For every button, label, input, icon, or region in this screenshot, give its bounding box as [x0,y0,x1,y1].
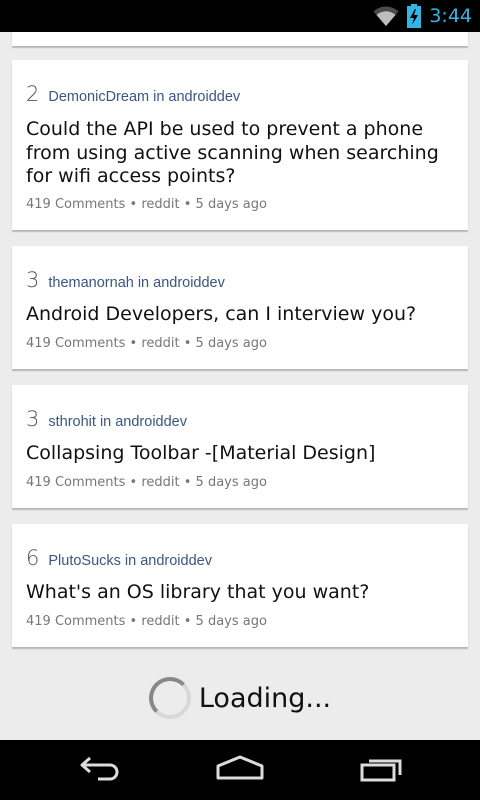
post-score: 3 [26,268,40,292]
loading-indicator: Loading... [0,672,480,724]
post-subreddit-link[interactable]: androiddev [140,553,212,569]
post-subreddit-link[interactable]: androiddev [153,275,225,291]
post-in-word: in [99,414,112,430]
post-meta: 2 DemonicDream in androiddev [26,82,240,106]
navigation-bar [0,740,480,800]
post-in-word: in [137,275,150,291]
post-card[interactable]: 6 PlutoSucks in androiddev What's an OS … [12,524,468,647]
post-title[interactable]: Collapsing Toolbar -[Material Design] [26,442,456,466]
post-list[interactable]: 2 DemonicDream in androiddev Could the A… [0,32,480,740]
status-time: 3:44 [429,5,472,27]
post-footer: 419 Comments • reddit • 5 days ago [26,475,267,490]
post-in-word: in [124,553,137,569]
post-score: 3 [26,407,40,431]
post-author-link[interactable]: DemonicDream [48,89,149,105]
post-card-partial[interactable] [12,32,468,46]
status-bar: 3:44 [0,0,480,32]
battery-charging-icon [407,4,422,28]
post-author-link[interactable]: themanornah [48,275,133,291]
post-meta: 6 PlutoSucks in androiddev [26,546,212,570]
recent-apps-button[interactable] [342,750,422,790]
post-footer: 419 Comments • reddit • 5 days ago [26,336,267,351]
post-title[interactable]: Could the API be used to prevent a phone… [26,118,456,189]
post-card[interactable]: 3 sthrohit in androiddev Collapsing Tool… [12,385,468,508]
status-icons: 3:44 [373,0,472,32]
back-button[interactable] [60,750,140,790]
post-author-link[interactable]: PlutoSucks [48,553,121,569]
loading-spinner-icon [148,677,191,719]
loading-text: Loading... [198,682,332,714]
post-subreddit-link[interactable]: androiddev [115,414,187,430]
post-in-word: in [153,89,165,105]
post-title[interactable]: What's an OS library that you want? [26,581,456,605]
post-title[interactable]: Android Developers, can I interview you? [26,303,456,327]
home-button[interactable] [200,750,280,790]
post-card[interactable]: 2 DemonicDream in androiddev Could the A… [12,60,468,230]
post-footer: 419 Comments • reddit • 5 days ago [26,197,267,212]
post-meta: 3 sthrohit in androiddev [26,407,187,431]
wifi-icon [373,5,399,27]
post-author-link[interactable]: sthrohit [48,414,96,430]
recent-apps-icon [359,754,405,787]
post-card[interactable]: 3 themanornah in androiddev Android Deve… [12,246,468,369]
post-score: 6 [26,546,40,570]
home-icon [215,755,265,786]
back-icon [78,755,122,786]
post-footer: 419 Comments • reddit • 5 days ago [26,614,267,629]
post-meta: 3 themanornah in androiddev [26,268,225,292]
post-subreddit-link[interactable]: androiddev [168,89,240,105]
post-score: 2 [26,82,40,106]
